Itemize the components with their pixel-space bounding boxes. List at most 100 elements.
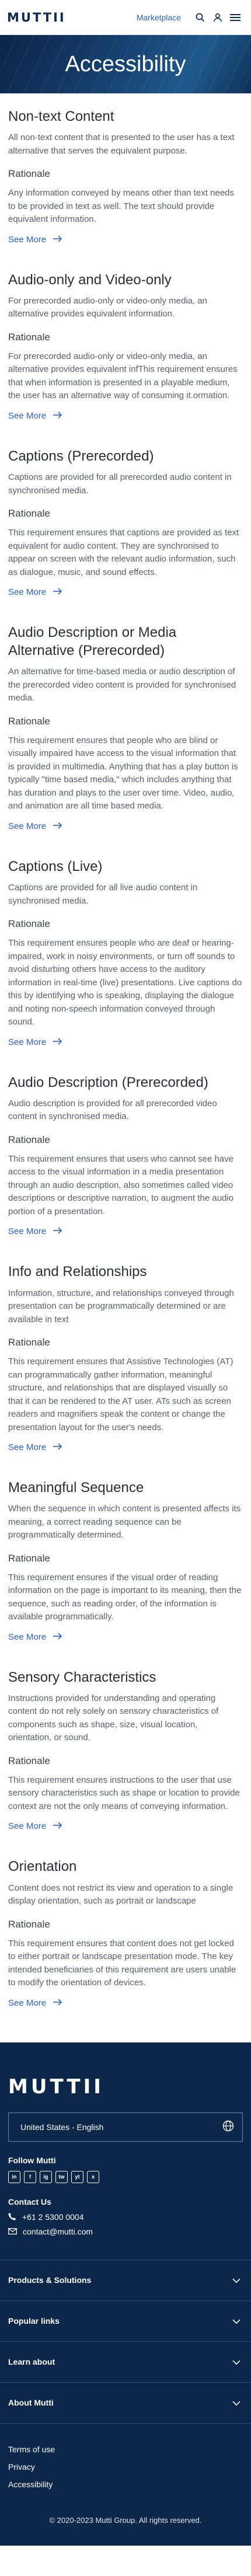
region-label: United States - English — [20, 2122, 104, 2132]
guideline-description: Information, structure, and relationship… — [8, 1288, 234, 1324]
legal-link[interactable]: Terms of use — [8, 2445, 243, 2454]
menu-icon[interactable] — [229, 11, 242, 24]
copyright-text: © 2020-2023 Mutti Group. All rights rese… — [49, 2515, 202, 2525]
guideline-section: Audio Description (Prerecorded) Audio des… — [8, 1073, 243, 1238]
see-more-label: See More — [8, 587, 47, 598]
legal-link[interactable]: Privacy — [8, 2462, 243, 2472]
see-more-label: See More — [8, 1632, 47, 1642]
see-more-link[interactable]: See More — [8, 587, 62, 597]
guideline-description: Content does not restrict its view and o… — [8, 1883, 233, 1906]
guideline-description: For prerecorded audio-only or video-only… — [8, 295, 208, 319]
rationale-heading: Rationale — [8, 168, 50, 180]
guideline-section: Sensory Characteristics Instructions prov… — [8, 1668, 243, 1832]
guideline-section: Audio Description or Media Alternative (… — [8, 623, 243, 832]
rationale-text: This requirement ensures that content do… — [8, 1938, 236, 1988]
footer-accordion-item[interactable]: Learn about — [0, 2342, 251, 2383]
arrow-right-icon — [46, 1632, 62, 1642]
arrow-right-icon — [46, 821, 62, 831]
footer-accordion: Products & Solutions Popular links Learn a… — [0, 2259, 251, 2424]
see-more-link[interactable]: See More — [8, 411, 62, 421]
accordion-label: Learn about — [8, 2357, 55, 2367]
social-icon[interactable]: in — [8, 2170, 20, 2183]
footer-logo[interactable]: MUTTII — [8, 2075, 243, 2099]
rationale-heading: Rationale — [8, 1337, 50, 1348]
rationale-text: This requirement ensures people who are … — [8, 938, 242, 1027]
guideline-description: Captions are provided for all live audio… — [8, 883, 198, 906]
rationale-heading: Rationale — [8, 331, 50, 343]
accordion-label: Popular links — [8, 2316, 60, 2326]
follow-label: Follow Mutti — [8, 2155, 56, 2165]
guideline-description: All non-text content that is presented t… — [8, 133, 235, 156]
footer-accordion-item[interactable]: Popular links — [0, 2301, 251, 2342]
see-more-label: See More — [8, 1821, 47, 1832]
page-title: Accessibility — [65, 51, 186, 76]
email-address: contact@mutti.com — [23, 2226, 93, 2236]
search-icon[interactable] — [194, 11, 207, 24]
accordion-label: About Mutti — [8, 2398, 54, 2408]
guideline-title: Sensory Characteristics — [8, 1669, 156, 1685]
rationale-heading: Rationale — [8, 1918, 50, 1930]
see-more-link[interactable]: See More — [8, 235, 62, 245]
chevron-down-icon — [232, 2316, 240, 2326]
legal-links: Terms of use Privacy Accessibility — [8, 2445, 243, 2489]
hero-banner: Accessibility — [0, 35, 251, 93]
rationale-heading: Rationale — [8, 1134, 50, 1145]
legal-link[interactable]: Accessibility — [8, 2480, 243, 2489]
social-icon[interactable]: tw — [55, 2170, 68, 2183]
guideline-title: Meaningful Sequence — [8, 1480, 144, 1496]
see-more-link[interactable]: See More — [8, 1632, 62, 1642]
accordion-label: Products & Solutions — [8, 2275, 92, 2285]
rationale-text: This requirement ensures that users who … — [8, 1153, 234, 1216]
arrow-right-icon — [46, 1226, 62, 1236]
guideline-section: Audio-only and Video-only For prerecorded… — [8, 271, 243, 421]
see-more-link[interactable]: See More — [8, 1442, 62, 1452]
guideline-title: Non-text Content — [8, 109, 114, 124]
social-icon[interactable]: f — [24, 2170, 36, 2183]
brand-logo[interactable]: MUTTII — [7, 11, 66, 25]
see-more-label: See More — [8, 1998, 47, 2008]
site-footer: MUTTII United States - English Follow Mu… — [0, 2042, 251, 2546]
rationale-heading: Rationale — [8, 508, 50, 520]
rationale-text: This requirement ensures if the visual o… — [8, 1572, 242, 1622]
see-more-label: See More — [8, 410, 47, 421]
rationale-heading: Rationale — [8, 1552, 50, 1564]
mail-icon — [8, 2227, 23, 2236]
phone-row[interactable]: +61 2 5300 0004 — [8, 2212, 243, 2222]
social-icon[interactable]: yt — [71, 2170, 83, 2183]
social-icon[interactable]: ig — [40, 2170, 52, 2183]
footer-accordion-item[interactable]: About Mutti — [0, 2383, 251, 2424]
see-more-link[interactable]: See More — [8, 821, 62, 831]
user-icon[interactable] — [211, 11, 224, 24]
rationale-heading: Rationale — [8, 715, 50, 727]
rationale-text: Any information conveyed by means other … — [8, 188, 234, 225]
see-more-link[interactable]: See More — [8, 1821, 62, 1831]
region-selector[interactable]: United States - English — [8, 2112, 243, 2142]
rationale-text: This requirement ensures that people who… — [8, 735, 238, 811]
arrow-right-icon — [46, 587, 62, 597]
see-more-link[interactable]: See More — [8, 1998, 62, 2008]
social-icon[interactable]: x — [87, 2170, 99, 2183]
marketplace-link[interactable]: Marketplace — [137, 13, 181, 22]
guideline-description: When the sequence in which content is pr… — [8, 1504, 241, 1540]
guideline-description: Audio description is provided for all pr… — [8, 1098, 217, 1122]
guideline-title: Audio Description or Media Alternative (… — [8, 625, 177, 659]
see-more-label: See More — [8, 1442, 47, 1452]
guideline-title: Info and Relationships — [8, 1264, 147, 1280]
see-more-link[interactable]: See More — [8, 1037, 62, 1047]
see-more-link[interactable]: See More — [8, 1226, 62, 1236]
email-row[interactable]: contact@mutti.com — [8, 2227, 243, 2236]
guideline-section: Captions (Prerecorded) Captions are provi… — [8, 447, 243, 598]
guideline-section: Non-text Content All non-text content tha… — [8, 107, 243, 245]
guideline-title: Audio Description (Prerecorded) — [8, 1074, 208, 1090]
arrow-right-icon — [46, 411, 62, 421]
contact-label: Contact Us — [8, 2197, 51, 2206]
top-navigation-bar: MUTTII Marketplace — [0, 0, 251, 35]
guideline-title: Orientation — [8, 1859, 77, 1875]
see-more-label: See More — [8, 821, 47, 831]
phone-icon — [8, 2212, 22, 2222]
globe-icon — [222, 2120, 234, 2134]
arrow-right-icon — [46, 235, 62, 245]
rationale-heading: Rationale — [8, 918, 50, 930]
footer-accordion-item[interactable]: Products & Solutions — [0, 2260, 251, 2301]
see-more-label: See More — [8, 1037, 47, 1047]
